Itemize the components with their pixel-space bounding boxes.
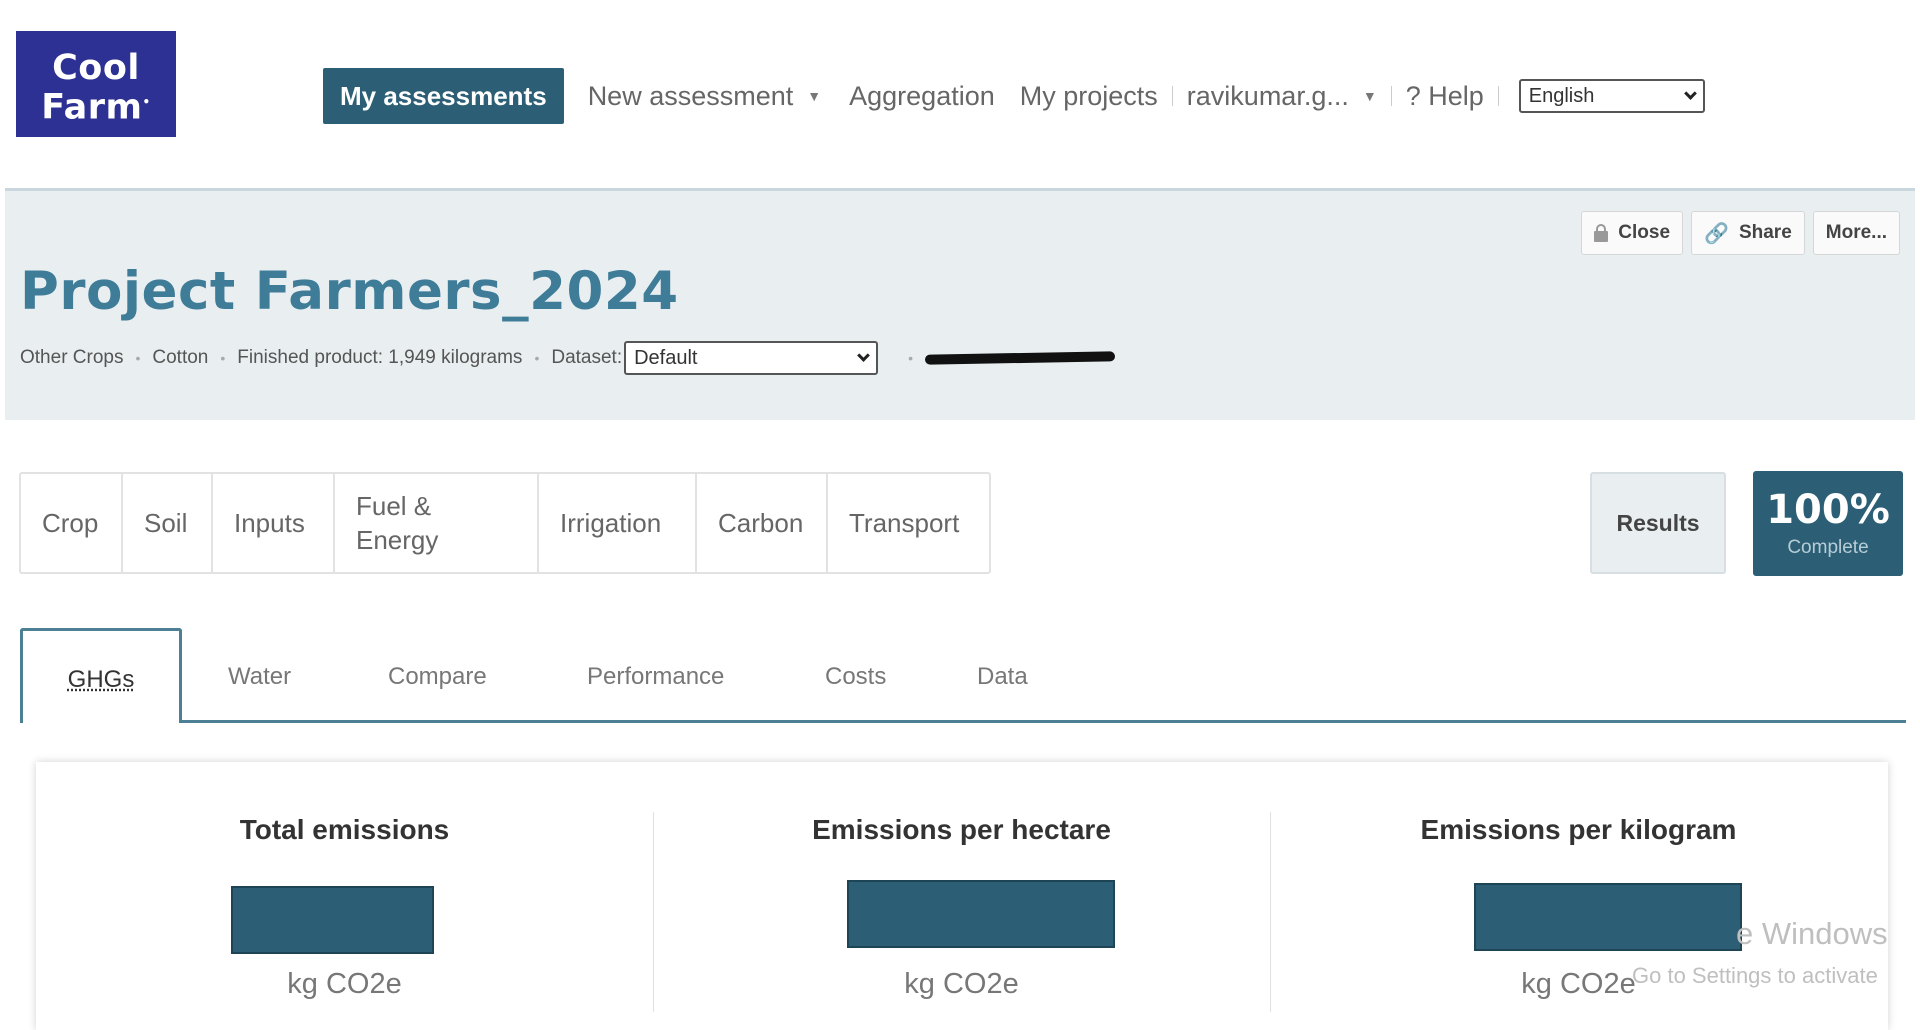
main-nav: My assessments New assessment ▼ Aggregat… bbox=[323, 68, 1705, 124]
metric-emissions-per-hectare: Emissions per hectare kg CO2e bbox=[653, 762, 1270, 1030]
meta-separator: • bbox=[220, 350, 226, 366]
nav-aggregation[interactable]: Aggregation bbox=[849, 81, 995, 112]
project-banner: Close 🔗 Share More... Project Farmers_20… bbox=[5, 188, 1915, 420]
share-button[interactable]: 🔗 Share bbox=[1691, 211, 1805, 255]
metric-emissions-per-kilogram: Emissions per kilogram kg CO2e bbox=[1270, 762, 1887, 1030]
chevron-down-icon bbox=[1683, 86, 1697, 100]
tab-performance[interactable]: Performance bbox=[587, 663, 724, 691]
activation-watermark-text: Go to Settings to activate bbox=[1632, 963, 1878, 988]
redacted-value bbox=[231, 886, 434, 954]
dataset-select[interactable]: Default bbox=[624, 341, 879, 375]
cool-farm-logo[interactable]: Cool Farm• bbox=[16, 31, 176, 137]
meta-crop: Cotton bbox=[152, 347, 209, 368]
close-button[interactable]: Close bbox=[1581, 211, 1684, 255]
meta-separator: • bbox=[135, 350, 141, 366]
tab-costs[interactable]: Costs bbox=[825, 663, 886, 691]
result-tabs: GHGs Water Compare Performance Costs Dat… bbox=[20, 628, 1906, 723]
dataset-label: Dataset: bbox=[551, 347, 623, 368]
redacted-value bbox=[1474, 883, 1742, 951]
page-title: Project Farmers_2024 bbox=[20, 261, 679, 322]
section-tabs: Crop Soil Inputs Fuel & Energy Irrigatio… bbox=[19, 472, 991, 574]
more-button[interactable]: More... bbox=[1812, 211, 1900, 255]
tab-transport[interactable]: Transport bbox=[828, 474, 989, 572]
lock-icon bbox=[1594, 224, 1609, 242]
tab-crop[interactable]: Crop bbox=[21, 474, 123, 572]
dataset-value: Default bbox=[634, 346, 698, 369]
tab-compare[interactable]: Compare bbox=[388, 663, 487, 691]
language-value: English bbox=[1528, 84, 1595, 107]
nav-divider bbox=[1497, 86, 1499, 106]
redaction-mark bbox=[924, 351, 1116, 365]
tab-irrigation[interactable]: Irrigation bbox=[539, 474, 697, 572]
meta-finished-product: Finished product: 1,949 kilograms bbox=[237, 347, 523, 368]
nav-help[interactable]: ? Help bbox=[1406, 81, 1484, 112]
nav-divider bbox=[1171, 86, 1173, 106]
chevron-down-icon bbox=[857, 348, 870, 362]
tab-fuel-energy[interactable]: Fuel & Energy bbox=[335, 474, 539, 572]
tab-inputs[interactable]: Inputs bbox=[213, 474, 335, 572]
link-icon: 🔗 bbox=[1704, 222, 1729, 245]
nav-my-assessments[interactable]: My assessments bbox=[323, 68, 564, 124]
results-button[interactable]: Results bbox=[1590, 472, 1726, 574]
top-header: Cool Farm• My assessments New assessment… bbox=[0, 0, 1920, 188]
project-meta: Other Crops • Cotton • Finished product:… bbox=[20, 341, 1116, 375]
activation-watermark-title: e Windows bbox=[1736, 916, 1888, 951]
meta-crop-group: Other Crops bbox=[20, 347, 124, 368]
tab-soil[interactable]: Soil bbox=[123, 474, 213, 572]
caret-down-icon[interactable]: ▼ bbox=[807, 88, 821, 104]
metric-title: Emissions per kilogram bbox=[1420, 814, 1737, 845]
completion-label: Complete bbox=[1787, 537, 1869, 558]
logo-line-2: Farm• bbox=[41, 87, 151, 128]
logo-line-1: Cool bbox=[52, 48, 140, 88]
nav-my-projects[interactable]: My projects bbox=[1020, 81, 1158, 112]
project-actions: Close 🔗 Share More... bbox=[1581, 211, 1900, 255]
meta-separator: • bbox=[908, 350, 914, 366]
metric-title: Total emissions bbox=[239, 814, 450, 845]
emissions-panel: Total emissions kg CO2e Emissions per he… bbox=[36, 762, 1888, 1030]
completion-percent: 100% bbox=[1766, 487, 1890, 533]
nav-new-assessment[interactable]: New assessment bbox=[588, 81, 794, 112]
metric-total-emissions: Total emissions kg CO2e bbox=[36, 762, 653, 1030]
meta-separator: • bbox=[534, 350, 540, 366]
metric-unit: kg CO2e bbox=[287, 968, 402, 1000]
caret-down-icon[interactable]: ▼ bbox=[1363, 88, 1377, 104]
metric-unit: kg CO2e bbox=[904, 968, 1019, 1000]
share-label: Share bbox=[1738, 222, 1792, 243]
close-label: Close bbox=[1618, 222, 1671, 243]
language-select[interactable]: English bbox=[1518, 79, 1705, 113]
tab-carbon[interactable]: Carbon bbox=[697, 474, 828, 572]
tab-data[interactable]: Data bbox=[977, 663, 1028, 691]
metric-title: Emissions per hectare bbox=[812, 814, 1111, 845]
tab-water[interactable]: Water bbox=[228, 663, 291, 691]
nav-divider bbox=[1390, 86, 1392, 106]
nav-user-menu[interactable]: ravikumar.g... bbox=[1187, 81, 1349, 112]
tab-ghgs[interactable]: GHGs bbox=[20, 628, 182, 723]
completion-indicator: 100% Complete bbox=[1753, 471, 1903, 576]
redacted-value bbox=[847, 880, 1115, 948]
